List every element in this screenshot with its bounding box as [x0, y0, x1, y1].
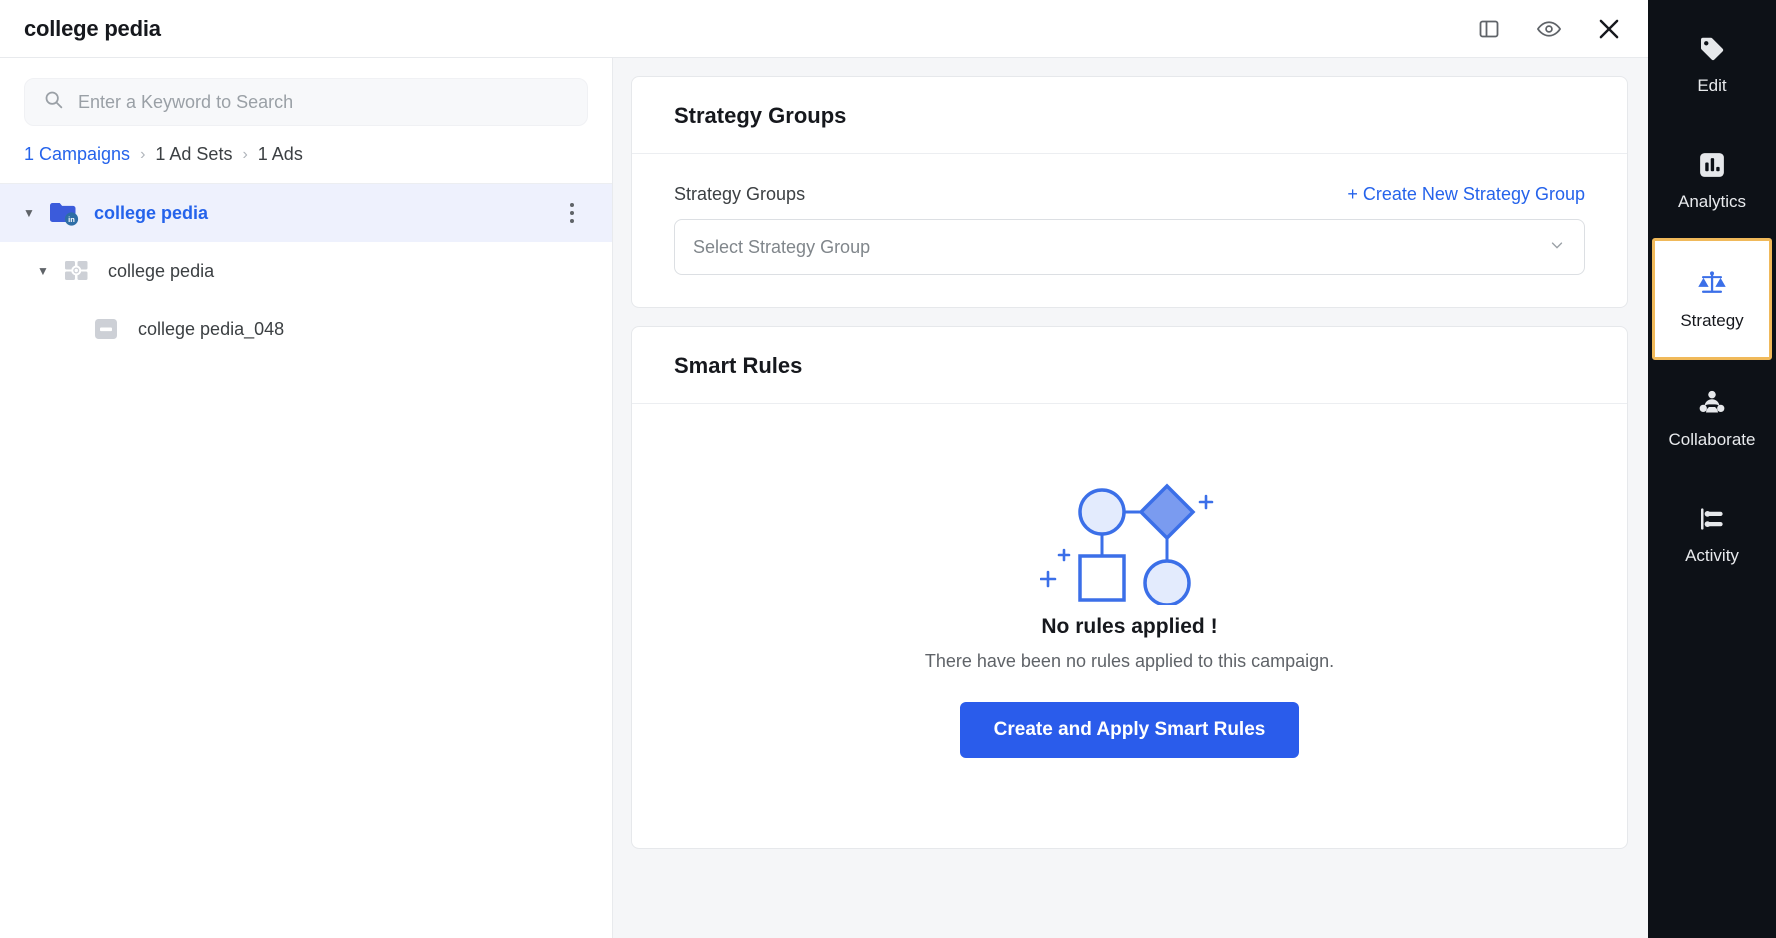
tree-label-campaign: college pedia	[94, 202, 209, 223]
search-icon	[43, 89, 64, 115]
breadcrumb-item-ads[interactable]: 1 Ads	[258, 144, 303, 165]
campaign-tree: ▼ in college pedia ▼ college pedia colle…	[0, 184, 612, 358]
strategy-groups-card-body: Strategy Groups + Create New Strategy Gr…	[632, 154, 1627, 307]
rail-item-strategy[interactable]: Strategy	[1652, 238, 1772, 360]
rail-item-collaborate[interactable]: Collaborate	[1648, 360, 1776, 476]
rail-item-edit[interactable]: Edit	[1648, 6, 1776, 122]
rail-item-label: Edit	[1697, 76, 1727, 95]
panel-toggle-icon[interactable]	[1472, 12, 1506, 46]
close-icon[interactable]	[1592, 12, 1626, 46]
create-new-strategy-group-link[interactable]: + Create New Strategy Group	[1347, 184, 1585, 205]
campaign-folder-linkedin-icon: in	[48, 198, 82, 228]
adset-grid-icon	[62, 256, 96, 286]
rail-item-label: Strategy	[1680, 311, 1744, 330]
rail-item-label: Activity	[1685, 546, 1739, 565]
chevron-down-icon[interactable]: ▼	[32, 260, 54, 282]
rail-item-analytics[interactable]: Analytics	[1648, 122, 1776, 238]
workspace: college pedia Enter a Keyword to Search …	[0, 0, 1648, 938]
rail-item-label: Analytics	[1677, 192, 1747, 211]
strategy-group-select[interactable]: Select Strategy Group	[674, 219, 1585, 275]
smart-rules-empty-state: No rules applied ! There have been no ru…	[674, 434, 1585, 816]
main-content: Strategy Groups Strategy Groups + Create…	[613, 58, 1648, 938]
bar-chart-icon	[1697, 148, 1727, 182]
strategy-groups-field-label: Strategy Groups	[674, 184, 806, 204]
search-box[interactable]	[24, 78, 588, 126]
rail-item-label: Collaborate	[1668, 430, 1756, 449]
tree-row-adset[interactable]: ▼ college pedia	[0, 242, 612, 300]
tree-row-campaign[interactable]: ▼ in college pedia	[0, 184, 612, 242]
breadcrumb: 1 Campaigns › 1 Ad Sets › 1 Ads	[0, 140, 612, 184]
tag-icon	[1697, 32, 1727, 66]
smart-rules-card-title: Smart Rules	[632, 327, 1627, 404]
strategy-groups-field-row: Strategy Groups + Create New Strategy Gr…	[674, 184, 1585, 205]
right-rail: Edit Analytics Strategy Collaborate Acti…	[1648, 0, 1776, 938]
campaign-row-menu-icon[interactable]	[564, 197, 580, 229]
rules-flow-diagram-icon	[674, 480, 1585, 605]
tree-row-ad[interactable]: ▼ college pedia_048	[0, 300, 612, 358]
smart-rules-empty-title: No rules applied !	[1041, 615, 1218, 638]
strategy-group-select-placeholder: Select Strategy Group	[693, 236, 871, 257]
breadcrumb-item-adsets[interactable]: 1 Ad Sets	[155, 144, 232, 165]
rail-item-activity[interactable]: Activity	[1648, 476, 1776, 592]
smart-rules-card: Smart Rules No rules applied ! There hav…	[631, 326, 1628, 849]
scales-balance-icon	[1696, 267, 1728, 301]
smart-rules-card-body: No rules applied ! There have been no ru…	[632, 404, 1627, 848]
tree-label-adset: college pedia	[108, 260, 215, 281]
page-title: college pedia	[24, 15, 161, 41]
sliders-icon	[1697, 502, 1727, 536]
top-bar-actions	[1472, 12, 1626, 46]
ad-creative-icon	[92, 314, 126, 344]
chevron-down-icon	[1548, 236, 1566, 259]
left-panel: 1 Campaigns › 1 Ad Sets › 1 Ads ▼	[0, 58, 613, 938]
breadcrumb-item-campaigns[interactable]: 1 Campaigns	[24, 144, 130, 165]
breadcrumb-separator-icon: ›	[140, 145, 146, 163]
smart-rules-empty-subtitle: There have been no rules applied to this…	[924, 651, 1335, 671]
strategy-groups-card: Strategy Groups Strategy Groups + Create…	[631, 76, 1628, 308]
search-input[interactable]	[78, 91, 569, 113]
top-bar: college pedia	[0, 0, 1648, 58]
svg-text:in: in	[68, 215, 75, 224]
breadcrumb-separator-icon: ›	[242, 145, 248, 163]
tree-label-ad: college pedia_048	[138, 318, 285, 339]
body-split: 1 Campaigns › 1 Ad Sets › 1 Ads ▼	[0, 58, 1648, 938]
search-section	[0, 58, 612, 140]
create-and-apply-smart-rules-button[interactable]: Create and Apply Smart Rules	[959, 702, 1300, 758]
people-group-icon	[1697, 386, 1727, 420]
strategy-groups-card-title: Strategy Groups	[632, 77, 1627, 154]
preview-eye-icon[interactable]	[1532, 12, 1566, 46]
chevron-down-icon[interactable]: ▼	[18, 202, 40, 224]
app-root: college pedia Enter a Keyword to Search …	[0, 0, 1776, 938]
